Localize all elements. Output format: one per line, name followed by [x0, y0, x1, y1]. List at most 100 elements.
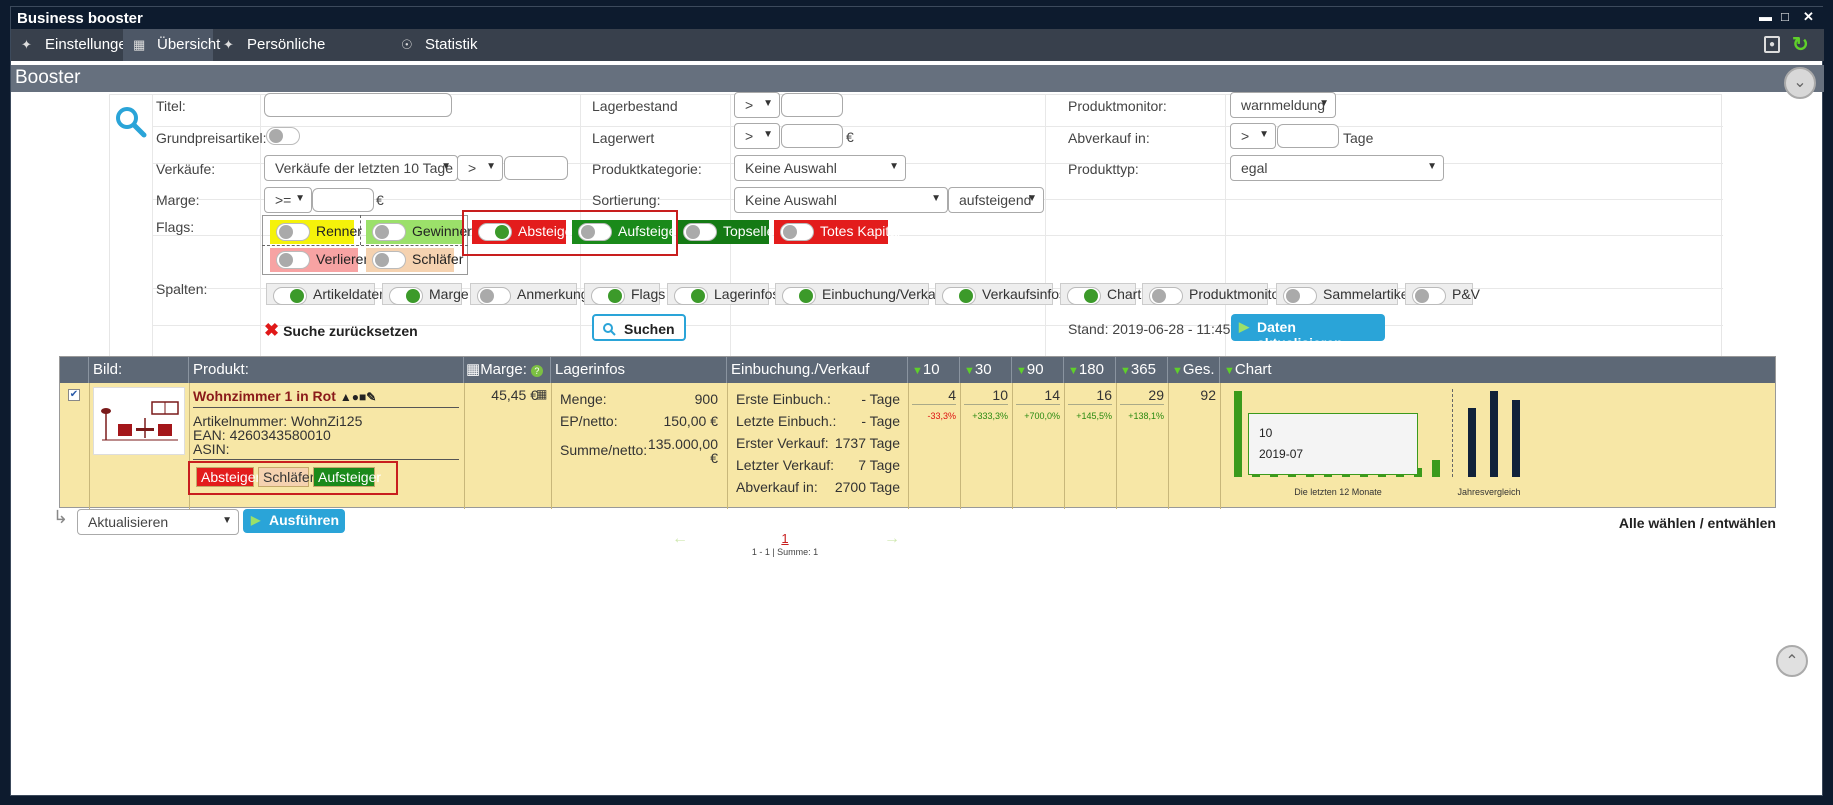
chart-bar-month[interactable]	[1360, 475, 1368, 477]
column-toggle-sammelartikel[interactable]: Sammelartikel	[1276, 283, 1412, 305]
select-all-link[interactable]: Alle wählen	[1619, 515, 1696, 531]
col-header-180[interactable]: ▼180	[1064, 357, 1116, 383]
chart-bar-month[interactable]	[1396, 475, 1404, 477]
summe-label: Summe/netto:	[560, 442, 648, 458]
marge-input[interactable]	[312, 188, 374, 212]
verkaeufe-select[interactable]: Verkäufe der letzten 10 Tage ▼	[264, 155, 458, 181]
chart-bar-year[interactable]	[1512, 399, 1520, 477]
chart-bar-month[interactable]	[1270, 475, 1278, 477]
select-value: warnmeldung	[1241, 97, 1326, 113]
prev-page-icon[interactable]: ←	[672, 530, 688, 548]
col-header-einbuchung[interactable]: Einbuchung./Verkauf	[727, 357, 908, 383]
scroll-top-button[interactable]: ⌃	[1776, 645, 1808, 677]
chart-bar-month[interactable]	[1288, 475, 1296, 477]
chart-bar-year[interactable]	[1490, 391, 1498, 477]
column-toggle	[942, 287, 976, 305]
column-toggle-artikeldaten[interactable]: Artikeldaten	[266, 283, 387, 305]
tab-einstellungen[interactable]: ✦ Einstellungen	[11, 29, 135, 61]
produktmonitor-select[interactable]: warnmeldung ▼	[1230, 92, 1336, 118]
chart-bar-month[interactable]	[1234, 391, 1242, 477]
flag-toggle	[683, 223, 717, 241]
reload-icon[interactable]: ↻	[1792, 32, 1809, 57]
maximize-icon[interactable]: □	[1781, 9, 1789, 24]
user-profile-icon[interactable]: ●	[1764, 36, 1780, 53]
calculator-icon[interactable]: ▦	[536, 387, 547, 401]
titel-input[interactable]	[264, 93, 452, 117]
flag-totes-kapital[interactable]: Totes Kapital	[774, 220, 900, 244]
col-header-10[interactable]: ▼10	[908, 357, 960, 383]
column-toggle-anmerkung[interactable]: Anmerkung	[470, 283, 589, 305]
col-header-30[interactable]: ▼30	[960, 357, 1012, 383]
col-header-90[interactable]: ▼90	[1012, 357, 1064, 383]
search-button[interactable]: Suchen	[592, 314, 686, 341]
lagerbestand-operator-select[interactable]: > ▼	[734, 92, 780, 118]
bulk-action-select[interactable]: Aktualisieren ▼	[77, 509, 239, 535]
sortierung-select[interactable]: Keine Auswahl ▼	[734, 187, 948, 213]
grundpreis-toggle[interactable]	[266, 127, 300, 145]
chart-bar-month[interactable]	[1306, 475, 1314, 477]
reset-search-button[interactable]: ✖ Suche zurücksetzen	[264, 320, 418, 341]
trend-icon: ▼	[1068, 365, 1079, 377]
app-window: Business booster ▬ □ ✕ ✦ Einstellungen ▦ Ü…	[10, 6, 1824, 796]
lagerbestand-input[interactable]	[781, 93, 843, 117]
lagerwert-operator-select[interactable]: > ▼	[734, 123, 780, 149]
abverkauf-input[interactable]	[1277, 124, 1339, 148]
chart-bar-month[interactable]	[1378, 475, 1386, 477]
marge-operator-select[interactable]: >= ▼	[264, 187, 312, 213]
execute-button[interactable]: ▶ Ausführen	[243, 509, 345, 533]
close-icon[interactable]: ✕	[1803, 9, 1814, 25]
chart-bar-month[interactable]	[1342, 475, 1350, 477]
column-toggle-chart[interactable]: Chart	[1060, 283, 1141, 305]
sortierung-direction-select[interactable]: aufsteigend ▼	[948, 187, 1044, 213]
next-page-icon[interactable]: →	[884, 530, 900, 548]
tab-persoenliche-einstellungen[interactable]: ✦Persönliche Einstellungen	[213, 29, 391, 85]
column-toggle-einbuchung-verkauf[interactable]: Einbuchung/Verkauf	[775, 283, 947, 305]
chart-bar-month[interactable]	[1252, 475, 1260, 477]
collapse-button[interactable]: ⌄	[1784, 67, 1816, 99]
flag-label: Renner	[316, 223, 362, 239]
abverkauf-operator-select[interactable]: > ▼	[1230, 123, 1276, 149]
column-toggle-flags[interactable]: Flags	[584, 283, 665, 305]
toggle-knob	[608, 289, 622, 303]
help-icon[interactable]: ?	[530, 365, 543, 377]
product-name[interactable]: Wohnzimmer 1 in Rot ▲●■✎	[193, 388, 376, 404]
tab-statistik[interactable]: ☉ Statistik	[391, 29, 478, 61]
flag-verlierer[interactable]: Verlierer	[270, 248, 368, 272]
column-toggle-pv[interactable]: P&V	[1405, 283, 1480, 305]
flag-topseller[interactable]: Topseller	[677, 220, 779, 244]
col-header-produkt[interactable]: Produkt:	[189, 357, 464, 383]
produktkategorie-select[interactable]: Keine Auswahl ▼	[734, 155, 906, 181]
chart-bar-year[interactable]	[1468, 408, 1476, 477]
produkttyp-select[interactable]: egal ▼	[1230, 155, 1444, 181]
divider	[1120, 404, 1164, 405]
column-toggle-produktmonitor[interactable]: Produktmonitor	[1142, 283, 1284, 305]
sales-chart[interactable]: Die letzten 12 Monate Jahresvergleich 10…	[1228, 389, 1768, 509]
medal-icon: ☉	[401, 37, 413, 52]
col-header-lagerinfos[interactable]: Lagerinfos	[551, 357, 727, 383]
tab-uebersicht[interactable]: ▦ Übersicht	[123, 29, 220, 61]
refresh-data-button[interactable]: ▶ Daten aktualisieren	[1231, 314, 1385, 351]
lagerwert-input[interactable]	[781, 124, 843, 148]
col-header-bild[interactable]: Bild:	[89, 357, 189, 383]
minimize-icon[interactable]: ▬	[1759, 9, 1772, 24]
col-header-365[interactable]: ▼365	[1116, 357, 1168, 383]
col-header-ges[interactable]: ▼Ges.	[1168, 357, 1220, 383]
flag-gewinner[interactable]: Gewinner	[366, 220, 472, 244]
verkaeufe-input[interactable]	[504, 156, 568, 180]
chart-bar-month[interactable]	[1324, 475, 1332, 477]
product-icons[interactable]: ▲●■✎	[340, 390, 376, 404]
flag-schlaefer[interactable]: Schläfer	[366, 248, 463, 272]
product-image[interactable]	[93, 387, 185, 455]
column-toggle-marge[interactable]: Marge	[382, 283, 469, 305]
chart-bar-month[interactable]	[1432, 459, 1440, 477]
col-header-chart[interactable]: ▼Chart	[1220, 357, 1775, 383]
select-value: >	[745, 97, 754, 113]
page-link-1[interactable]: 1	[751, 531, 819, 546]
column-toggle-verkaufsinfos[interactable]: Verkaufsinfos	[935, 283, 1066, 305]
flag-renner[interactable]: Renner	[270, 220, 362, 244]
verkaeufe-operator-select[interactable]: > ▼	[457, 155, 503, 181]
column-toggle-lagerinfos[interactable]: Lagerinfos	[667, 283, 779, 305]
deselect-all-link[interactable]: entwählen	[1708, 515, 1776, 531]
col-header-marge[interactable]: ▦Marge:?	[464, 357, 551, 383]
row-checkbox[interactable]: ✔	[68, 389, 80, 401]
